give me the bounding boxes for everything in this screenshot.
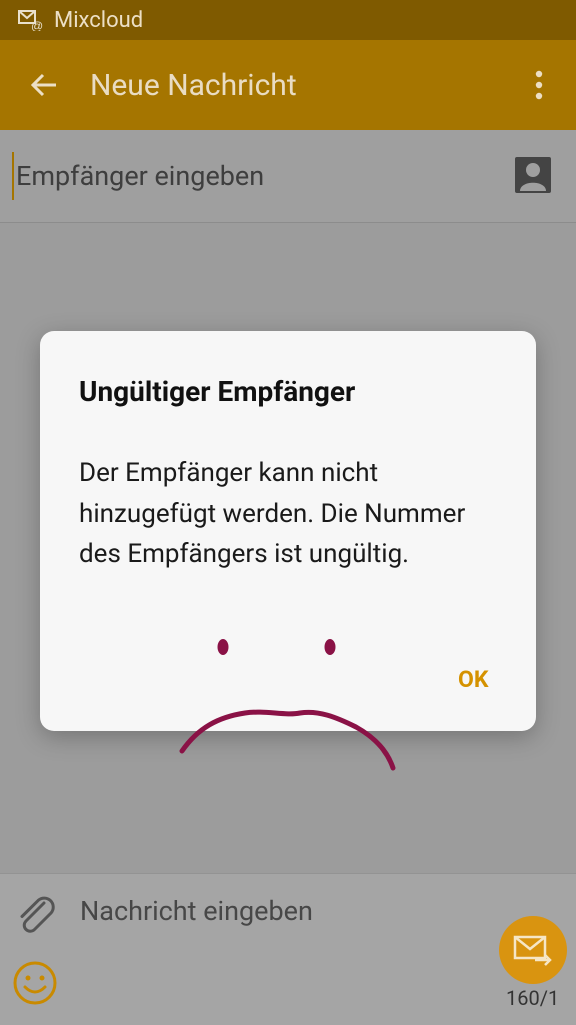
arrow-left-icon (30, 73, 56, 97)
contact-icon (515, 157, 551, 193)
page-title: Neue Nachricht (90, 67, 297, 103)
more-vert-icon (535, 70, 543, 100)
ok-button[interactable]: OK (452, 664, 494, 695)
emoji-button[interactable] (12, 960, 58, 1006)
paperclip-icon (20, 896, 55, 933)
svg-text:@: @ (31, 19, 43, 31)
dialog-message: Der Empfänger kann nicht hinzugefügt wer… (79, 458, 466, 569)
recipient-input[interactable] (12, 152, 498, 200)
mail-at-icon: @ (18, 9, 44, 33)
attach-button[interactable] (14, 893, 58, 937)
dialog-title: Ungültiger Empfänger (79, 375, 356, 408)
status-app-name: Mixcloud (54, 7, 144, 33)
send-button[interactable] (499, 916, 567, 984)
message-input[interactable] (78, 888, 482, 934)
recipient-row (0, 130, 576, 223)
more-options-button[interactable] (520, 62, 558, 108)
status-bar: @ Mixcloud (0, 0, 576, 40)
send-mail-icon (513, 935, 552, 966)
app-bar: Neue Nachricht (0, 40, 576, 130)
smiley-icon (13, 961, 57, 1005)
character-counter: 160/1 (506, 986, 560, 1010)
invalid-recipient-dialog: Ungültiger Empfänger Der Empfänger kann … (40, 331, 536, 731)
contact-picker-button[interactable] (514, 156, 552, 194)
back-button[interactable] (14, 55, 74, 115)
